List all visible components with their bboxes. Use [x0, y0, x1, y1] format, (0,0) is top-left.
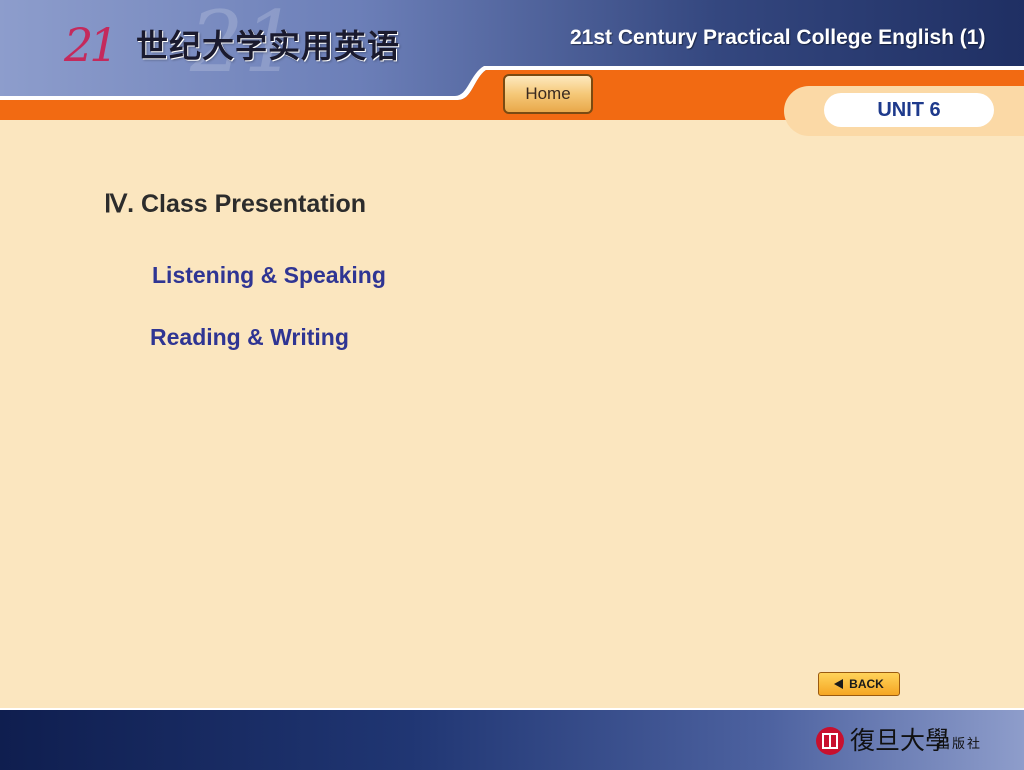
reading-writing-link[interactable]: Reading & Writing [150, 326, 349, 349]
home-button[interactable]: Home [503, 74, 593, 114]
course-title: 21st Century Practical College English (… [570, 26, 986, 49]
unit-label: UNIT 6 [824, 93, 994, 127]
listening-speaking-link[interactable]: Listening & Speaking [152, 264, 386, 287]
publisher-seal-icon [816, 727, 844, 755]
section-title: Ⅳ. Class Presentation [104, 190, 367, 218]
publisher-name: 復旦大學 [850, 726, 951, 755]
back-button-label: BACK [849, 677, 884, 691]
left-arrow-icon [834, 679, 844, 689]
publisher-suffix: 出版社 [937, 737, 983, 752]
logo-number: 21 [64, 18, 119, 72]
logo-title: 世纪大学实用英语 [136, 27, 401, 65]
back-button[interactable]: BACK [818, 672, 900, 696]
home-button-label: Home [525, 84, 571, 103]
